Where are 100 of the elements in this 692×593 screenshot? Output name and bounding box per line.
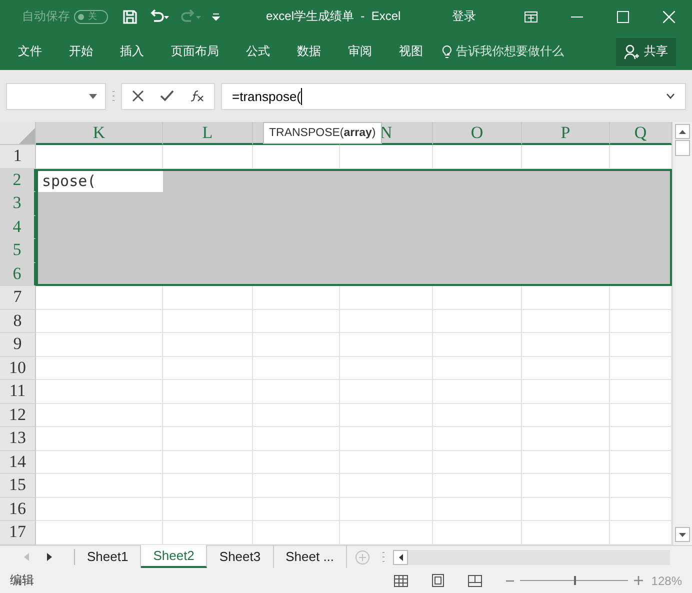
grid-cell[interactable] [340, 427, 433, 450]
scroll-up-button[interactable] [675, 124, 690, 139]
function-icon[interactable] [190, 90, 204, 102]
grid-cell[interactable] [36, 310, 163, 333]
row-header[interactable]: 6 [0, 262, 36, 286]
sign-in-link[interactable]: 登录 [452, 8, 476, 25]
row-header[interactable]: 12 [0, 404, 36, 427]
grid-cell[interactable] [36, 474, 163, 498]
grid-cell[interactable] [433, 310, 522, 333]
grid-cell[interactable] [433, 380, 522, 404]
grid-cell[interactable] [163, 474, 253, 498]
grid-cell[interactable] [433, 498, 522, 521]
grid-cell[interactable] [340, 310, 433, 333]
grid-cell[interactable] [163, 310, 253, 333]
grid-cell[interactable] [163, 380, 253, 404]
grid-cell[interactable] [163, 404, 253, 427]
row-header[interactable]: 15 [0, 474, 36, 498]
cancel-icon[interactable] [132, 90, 144, 102]
page-layout-icon[interactable] [432, 574, 444, 587]
ribbon-tab[interactable]: 文件 [18, 43, 42, 60]
grid-cell[interactable] [340, 474, 433, 498]
add-sheet-icon[interactable] [355, 550, 370, 564]
grid-cell[interactable] [36, 450, 163, 474]
column-header[interactable]: P [522, 122, 610, 145]
row-header[interactable]: 16 [0, 498, 36, 521]
scroll-down-button[interactable] [675, 527, 690, 542]
check-icon[interactable] [160, 90, 174, 102]
row-header[interactable]: 2 [0, 168, 36, 192]
grid-cell[interactable] [163, 427, 253, 450]
scroll-left-button[interactable] [393, 550, 408, 564]
grid-cell[interactable] [36, 404, 163, 427]
ribbon-tab[interactable]: 开始 [69, 43, 93, 60]
close-icon[interactable] [663, 10, 675, 22]
grid-cell[interactable] [522, 450, 610, 474]
ribbon-tab[interactable]: 公式 [246, 43, 270, 60]
grid-cell[interactable] [253, 333, 340, 356]
column-header[interactable]: K [36, 122, 163, 145]
ribbon-tab[interactable]: 审阅 [348, 43, 372, 60]
scroll-thumb[interactable] [675, 140, 690, 156]
grid-cell[interactable] [36, 427, 163, 450]
undo-icon[interactable] [148, 8, 170, 24]
tell-me-field[interactable]: 告诉我你想要做什么 [456, 43, 564, 60]
row-header[interactable]: 14 [0, 450, 36, 474]
caret-icon[interactable] [89, 94, 97, 98]
grid-cell[interactable] [253, 404, 340, 427]
row-header[interactable]: 3 [0, 192, 36, 216]
row-header[interactable]: 17 [0, 521, 36, 544]
grid-cell[interactable] [253, 474, 340, 498]
grid-cell[interactable] [253, 356, 340, 380]
minimize-icon[interactable] [571, 16, 583, 18]
grid-cell[interactable] [433, 333, 522, 356]
zoom-in-icon[interactable] [634, 576, 644, 585]
row-header[interactable]: 5 [0, 239, 36, 262]
grid-cell[interactable] [253, 450, 340, 474]
active-cell[interactable]: spose( [38, 170, 163, 192]
grid-cell[interactable] [433, 356, 522, 380]
column-header[interactable]: L [163, 122, 253, 145]
ribbon-tab[interactable]: 视图 [399, 43, 423, 60]
grid-cell[interactable] [340, 404, 433, 427]
grid-cell[interactable] [36, 380, 163, 404]
grid-cell[interactable] [433, 427, 522, 450]
formula-field[interactable]: =transpose( [221, 82, 686, 110]
maximize-icon[interactable] [617, 10, 629, 22]
grid-cell[interactable] [253, 498, 340, 521]
grid-cell[interactable] [36, 333, 163, 356]
row-header[interactable]: 13 [0, 427, 36, 450]
grid-cell[interactable] [522, 333, 610, 356]
grid-cell[interactable] [253, 427, 340, 450]
grid-cell[interactable] [253, 380, 340, 404]
zoom-thumb[interactable] [574, 576, 576, 585]
grid-cell[interactable] [340, 380, 433, 404]
grid-cell[interactable] [522, 427, 610, 450]
grid-cell[interactable] [163, 356, 253, 380]
row-header[interactable]: 9 [0, 333, 36, 356]
row-header[interactable]: 11 [0, 380, 36, 404]
grid-cell[interactable] [163, 450, 253, 474]
row-header[interactable]: 4 [0, 216, 36, 239]
grid-cell[interactable] [433, 450, 522, 474]
grid-cell[interactable] [163, 333, 253, 356]
grid-cell[interactable] [522, 380, 610, 404]
grid-cell[interactable] [36, 356, 163, 380]
row-header[interactable]: 7 [0, 286, 36, 310]
share-button[interactable]: 共享 [616, 38, 676, 66]
grid-cell[interactable] [522, 356, 610, 380]
horizontal-scrollbar[interactable] [408, 550, 670, 564]
row-header[interactable]: 10 [0, 356, 36, 380]
grid-cell[interactable] [522, 404, 610, 427]
sheet-tab[interactable]: Sheet2 [141, 545, 208, 568]
grid-cell[interactable] [522, 498, 610, 521]
ribbon-tab[interactable]: 数据 [297, 43, 321, 60]
previous-sheet-icon[interactable] [24, 553, 29, 561]
page-break-icon[interactable] [468, 574, 482, 586]
grid-cell[interactable] [163, 498, 253, 521]
row-header[interactable]: 1 [0, 145, 36, 168]
grid-cell[interactable] [522, 310, 610, 333]
ribbon-display-icon[interactable] [524, 10, 538, 22]
grid-view-icon[interactable] [394, 574, 408, 586]
ribbon-tab[interactable]: 插入 [120, 43, 144, 60]
grid-cell[interactable] [433, 474, 522, 498]
customize-icon[interactable] [212, 12, 220, 22]
